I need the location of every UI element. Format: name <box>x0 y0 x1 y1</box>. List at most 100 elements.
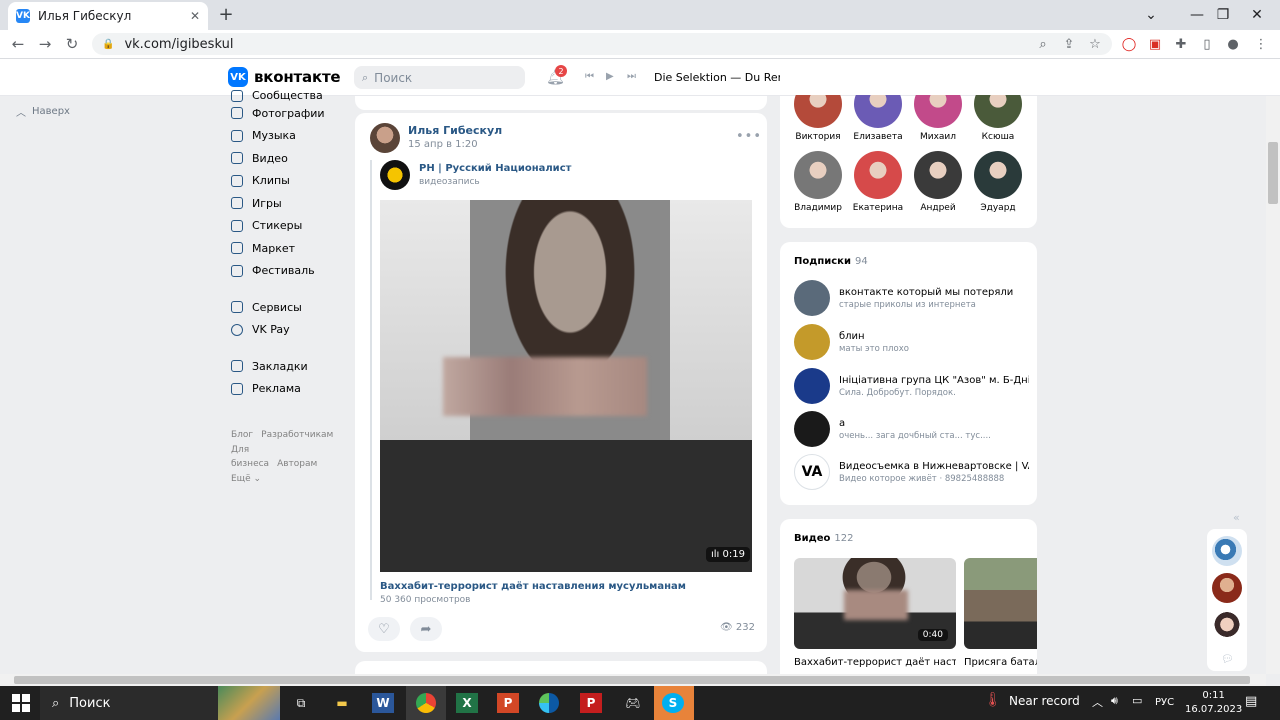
friend-item[interactable]: Эдуард <box>968 151 1028 213</box>
chat-avatar[interactable] <box>1212 536 1242 566</box>
chat-avatar[interactable] <box>1212 611 1242 641</box>
windows-start-icon[interactable] <box>12 694 30 712</box>
videos-title[interactable]: Видео 122 <box>794 533 853 544</box>
video-thumbnail[interactable] <box>964 558 1037 649</box>
subscription-item[interactable]: а очень... зага дочбный ста... тус.... <box>794 411 1029 447</box>
sidebar-item-market[interactable]: Маркет <box>231 237 351 260</box>
music-icon <box>231 129 243 142</box>
vertical-scrollbar-thumb[interactable] <box>1268 142 1278 204</box>
reload-button[interactable]: ↻ <box>60 33 84 55</box>
app-p-icon[interactable]: P <box>580 693 602 713</box>
clock-time: 0:11 <box>1202 690 1225 701</box>
notification-center-icon[interactable]: ▤ <box>1245 694 1257 709</box>
footer-link-more[interactable]: Ещё ⌄ <box>231 474 261 484</box>
lock-icon[interactable]: 🔒 <box>102 39 114 50</box>
new-tab-button[interactable]: + <box>216 4 236 25</box>
video-thumbnail[interactable]: 0:40 <box>794 558 956 649</box>
sidebar-item-photos[interactable]: Фотографии <box>231 102 351 125</box>
sidebar-item-clips[interactable]: Клипы <box>231 170 351 193</box>
video-player[interactable]: ılı 0:19 <box>380 200 752 572</box>
play-icon[interactable]: ▶ <box>606 71 614 82</box>
gamepad-icon[interactable]: 🎮︎ <box>616 688 650 718</box>
weather-text[interactable]: Near record <box>1009 694 1080 708</box>
like-button[interactable]: ♡ <box>368 617 400 641</box>
network-icon[interactable]: ▭ <box>1132 694 1142 707</box>
bookmark-star-icon[interactable]: ☆ <box>1086 35 1104 53</box>
subscriptions-title[interactable]: Подписки 94 <box>794 256 868 267</box>
chat-avatar[interactable] <box>1212 573 1242 603</box>
vk-search[interactable]: ⌕ <box>354 66 525 89</box>
file-explorer-icon[interactable]: ▬ <box>325 688 359 718</box>
chrome-icon[interactable] <box>416 693 436 713</box>
video-caption[interactable]: Присяга батал <box>964 657 1037 668</box>
video-title[interactable]: Ваххабит-террорист даёт наставления мусу… <box>380 581 686 592</box>
skype-icon[interactable]: S <box>662 693 684 713</box>
repost-source-name[interactable]: РН | Русский Националист <box>419 163 571 174</box>
footer-link-authors[interactable]: Авторам <box>277 459 317 469</box>
footer-link-devs[interactable]: Разработчикам <box>261 430 333 440</box>
side-panel-icon[interactable]: ▯ <box>1198 35 1216 53</box>
address-bar[interactable]: 🔒 vk.com/igibeskul <box>92 33 1112 55</box>
subscription-item[interactable]: блин маты это плохо <box>794 324 1029 360</box>
sidebar-item-vkpay[interactable]: VK Pay <box>231 319 351 342</box>
word-icon[interactable]: W <box>372 693 394 713</box>
friend-item[interactable]: Владимир <box>788 151 848 213</box>
sidebar-item-festival[interactable]: Фестиваль <box>231 260 351 283</box>
back-button[interactable]: ← <box>6 33 30 55</box>
search-highlight-image <box>218 686 280 720</box>
share-icon[interactable]: ⇪ <box>1060 35 1078 53</box>
subscription-name: блин <box>839 330 865 342</box>
friend-item[interactable]: Екатерина <box>848 151 908 213</box>
close-window-button[interactable]: ✕ <box>1234 0 1280 30</box>
extensions-puzzle-icon[interactable]: ✚ <box>1172 35 1190 53</box>
edge-icon[interactable] <box>539 693 559 713</box>
subscription-item[interactable]: VA Видеосъемка в Нижневартовске | VAR...В… <box>794 454 1029 490</box>
sidebar-item-stickers[interactable]: Стикеры <box>231 215 351 238</box>
excel-icon[interactable]: X <box>456 693 478 713</box>
post-author-avatar[interactable] <box>370 123 400 153</box>
share-button[interactable]: ➦ <box>410 617 442 641</box>
repost-source-avatar[interactable] <box>380 160 410 190</box>
language-indicator[interactable]: РУС <box>1155 697 1174 708</box>
friend-item[interactable]: Андрей <box>908 151 968 213</box>
opera-extension-icon[interactable]: ◯ <box>1120 35 1138 53</box>
sidebar-item-music[interactable]: Музыка <box>231 125 351 148</box>
zoom-icon[interactable]: ⌕ <box>1034 35 1052 53</box>
volume-icon[interactable]: 🔊︎ <box>1111 694 1118 708</box>
post-author-name[interactable]: Илья Гибескул <box>408 124 502 137</box>
previous-track-icon[interactable]: ⏮ <box>585 71 594 82</box>
forward-button[interactable]: → <box>33 33 57 55</box>
vk-logo[interactable]: VK вконтакте <box>228 67 341 87</box>
subscription-item[interactable]: вконтакте который мы потеряли старые прик… <box>794 280 1029 316</box>
profile-icon[interactable]: ● <box>1224 35 1242 53</box>
sidebar-item-bookmarks[interactable]: Закладки <box>231 355 351 378</box>
chats-collapse-icon[interactable]: « <box>1233 511 1240 524</box>
sidebar-item-video[interactable]: Видео <box>231 147 351 170</box>
scroll-to-top[interactable]: ︿ Наверх <box>16 104 70 119</box>
powerpoint-icon[interactable]: P <box>497 693 519 713</box>
sidebar-item-ads[interactable]: Реклама <box>231 378 351 401</box>
footer-link-business[interactable]: Для бизнеса <box>231 445 269 470</box>
sidebar-item-games[interactable]: Игры <box>231 192 351 215</box>
vk-search-input[interactable] <box>374 70 505 85</box>
subscription-item[interactable]: Ініціативна група ЦК "Азов" м. Б-Дніст..… <box>794 368 1029 404</box>
post-more-icon[interactable]: ••• <box>736 129 762 144</box>
horizontal-scrollbar-thumb[interactable] <box>14 676 1250 684</box>
tab-close-icon[interactable]: ✕ <box>190 9 200 23</box>
friend-avatar <box>794 151 842 199</box>
menu-kebab-icon[interactable]: ⋮ <box>1252 35 1270 53</box>
extension-icon[interactable]: ▣ <box>1146 35 1164 53</box>
thermometer-icon[interactable]: 🌡︎ <box>984 692 1002 708</box>
tab-search-icon[interactable]: ⌄ <box>1128 0 1174 30</box>
browser-tab[interactable]: VK Илья Гибескул ✕ <box>8 2 208 30</box>
task-view-icon[interactable]: ⧉ <box>284 688 318 718</box>
next-track-icon[interactable]: ⏭ <box>627 71 636 82</box>
video-caption[interactable]: Ваххабит-террорист даёт наста... <box>794 657 956 668</box>
tray-chevron-icon[interactable]: ︿ <box>1092 694 1103 710</box>
post-date[interactable]: 15 апр в 1:20 <box>408 139 478 150</box>
messages-icon[interactable]: 💬︎ <box>1221 654 1234 665</box>
sidebar-item-communities[interactable]: Сообщества <box>231 88 351 102</box>
taskbar-clock[interactable]: 0:11 16.07.2023 <box>1185 689 1242 717</box>
sidebar-item-services[interactable]: Сервисы <box>231 296 351 319</box>
footer-link-blog[interactable]: Блог <box>231 430 253 440</box>
